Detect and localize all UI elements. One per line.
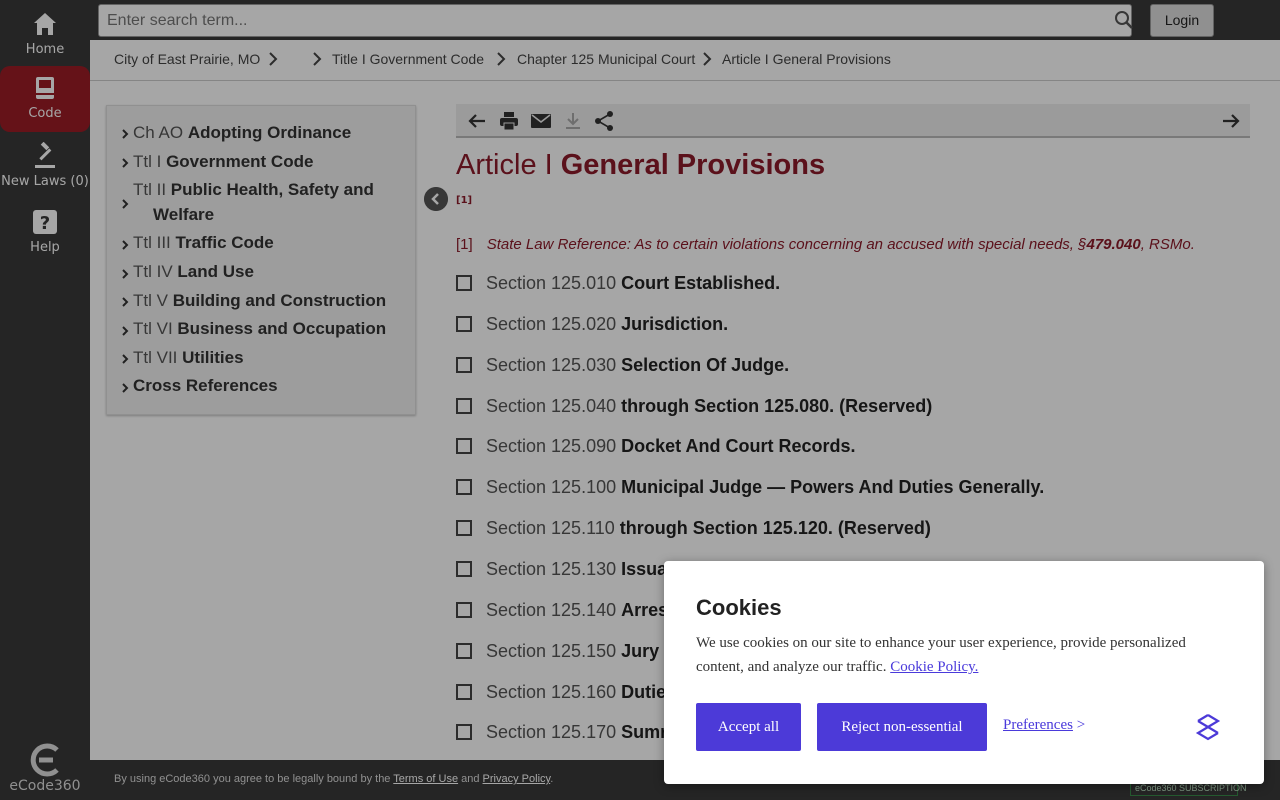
cookie-title: Cookies: [696, 595, 782, 620]
reject-non-essential-button[interactable]: Reject non-essential: [817, 703, 987, 751]
app: Home Code New Laws (0) ? Help eCode360 E…: [0, 0, 1280, 800]
cookie-text: We use cookies on our site to enhance yo…: [696, 631, 1236, 679]
preferences-arrow: >: [1072, 717, 1086, 733]
preferences-label: Preferences: [1003, 717, 1073, 733]
cookie-policy-link[interactable]: Cookie Policy.: [890, 659, 978, 675]
preferences-link[interactable]: Preferences >: [1003, 717, 1085, 734]
accept-all-button[interactable]: Accept all: [696, 703, 801, 751]
cookie-banner: Cookies We use cookies on our site to en…: [664, 561, 1264, 784]
cookie-provider-logo-icon: [1195, 714, 1221, 741]
